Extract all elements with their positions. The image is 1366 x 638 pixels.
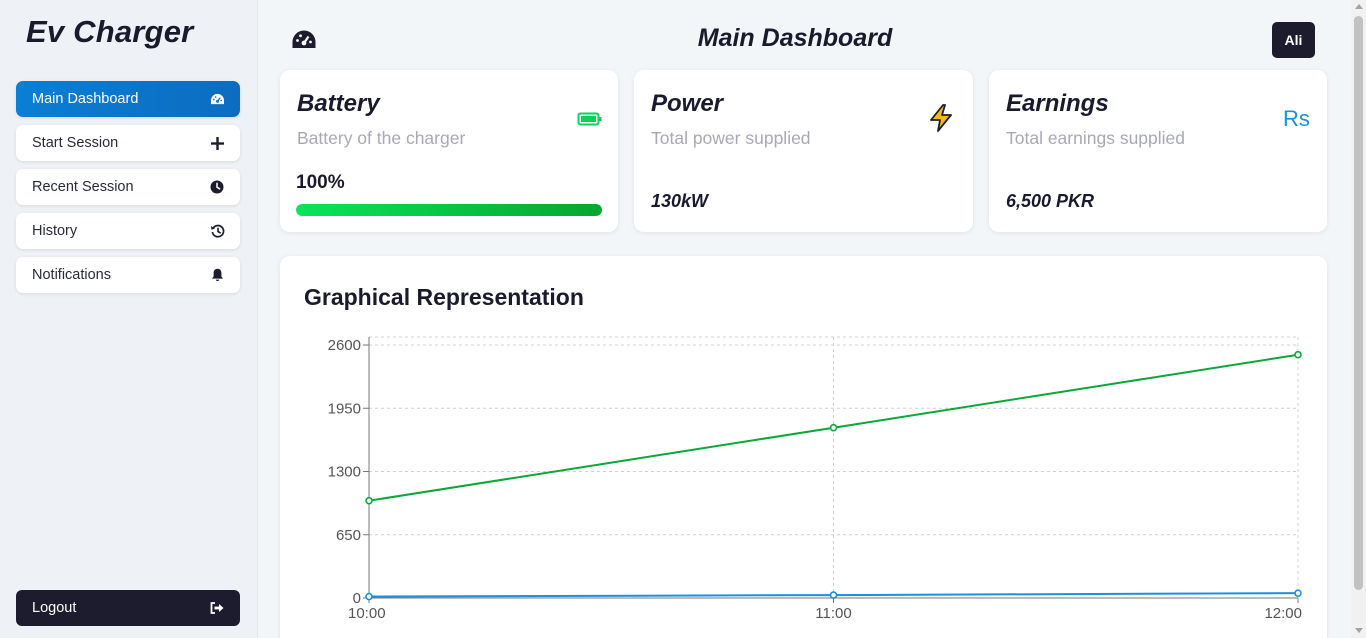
scroll-up-arrow[interactable] [1355, 4, 1363, 9]
sidebar-item-notifications[interactable]: Notifications [16, 257, 240, 293]
gauge-icon [209, 91, 225, 107]
y-tick-label: 650 [336, 527, 361, 544]
scroll-down-arrow[interactable] [1355, 628, 1363, 633]
logout-icon [209, 600, 225, 616]
power-subtitle: Total power supplied [651, 128, 811, 148]
sidebar-item-label: Main Dashboard [32, 91, 139, 107]
battery-title: Battery [297, 90, 380, 117]
y-tick-label: 2600 [328, 337, 361, 354]
bell-icon [209, 267, 225, 283]
sidebar-item-start-session[interactable]: Start Session [16, 125, 240, 161]
y-tick-label: 1950 [328, 400, 361, 417]
sidebar-item-label: Start Session [32, 135, 119, 151]
power-title: Power [651, 90, 724, 117]
logout-button[interactable]: Logout [16, 590, 240, 626]
battery-card: Battery Battery of the charger 100% [280, 70, 618, 232]
lightning-icon [927, 103, 955, 138]
data-point-series-1 [365, 496, 373, 505]
data-point-series-2 [365, 592, 373, 601]
power-value: 130kW [651, 191, 709, 211]
x-tick-label: 12:00 [1264, 605, 1302, 622]
sidebar-item-main-dashboard[interactable]: Main Dashboard [16, 81, 240, 117]
battery-value: 100% [296, 172, 345, 193]
user-menu-button[interactable]: Ali [1272, 22, 1315, 58]
battery-icon [577, 111, 603, 132]
battery-progress-fill [296, 204, 602, 216]
battery-subtitle: Battery of the charger [297, 128, 466, 148]
earnings-title: Earnings [1006, 90, 1109, 117]
scroll-thumb[interactable] [1354, 16, 1363, 590]
line-chart: 065013001950260010:00 11:00 12:00 [328, 336, 1302, 622]
sidebar-item-recent-session[interactable]: Recent Session [16, 169, 240, 205]
plus-icon [209, 135, 225, 151]
battery-progress-bar [296, 204, 602, 216]
history-icon [209, 223, 225, 239]
chart-panel: Graphical Representation 0 650 1300 1950 260… [280, 256, 1327, 638]
sidebar-item-history[interactable]: History [16, 213, 240, 249]
earnings-subtitle: Total earnings supplied [1006, 128, 1186, 148]
sidebar-item-label: Notifications [32, 267, 111, 283]
data-point-series-1 [1294, 350, 1302, 359]
page-title: Main Dashboard [697, 24, 893, 52]
earnings-value: 6,500 PKR [1006, 191, 1095, 211]
rupee-icon: Rs [1283, 106, 1310, 131]
clock-icon [209, 179, 225, 195]
data-point-series-2 [1294, 589, 1302, 597]
data-point-series-2 [829, 591, 838, 599]
logout-label: Logout [32, 600, 77, 616]
sidebar-nav: Main Dashboard Start Session Recent Sess… [16, 81, 240, 301]
earnings-card: Earnings Total earnings supplied Rs 6,50… [989, 70, 1327, 232]
page-scrollbar[interactable] [1351, 0, 1366, 638]
power-card: Power Total power supplied 130kW [634, 70, 973, 232]
sidebar-item-label: History [32, 223, 78, 239]
y-tick-label: 1300 [328, 464, 361, 481]
x-tick-label: 11:00 [815, 605, 851, 622]
sidebar: Ev Charger Main Dashboard Start Session … [0, 0, 258, 638]
sidebar-item-label: Recent Session [32, 179, 134, 195]
data-point-series-1 [829, 423, 838, 432]
x-tick-label: 10:00 [348, 605, 386, 622]
